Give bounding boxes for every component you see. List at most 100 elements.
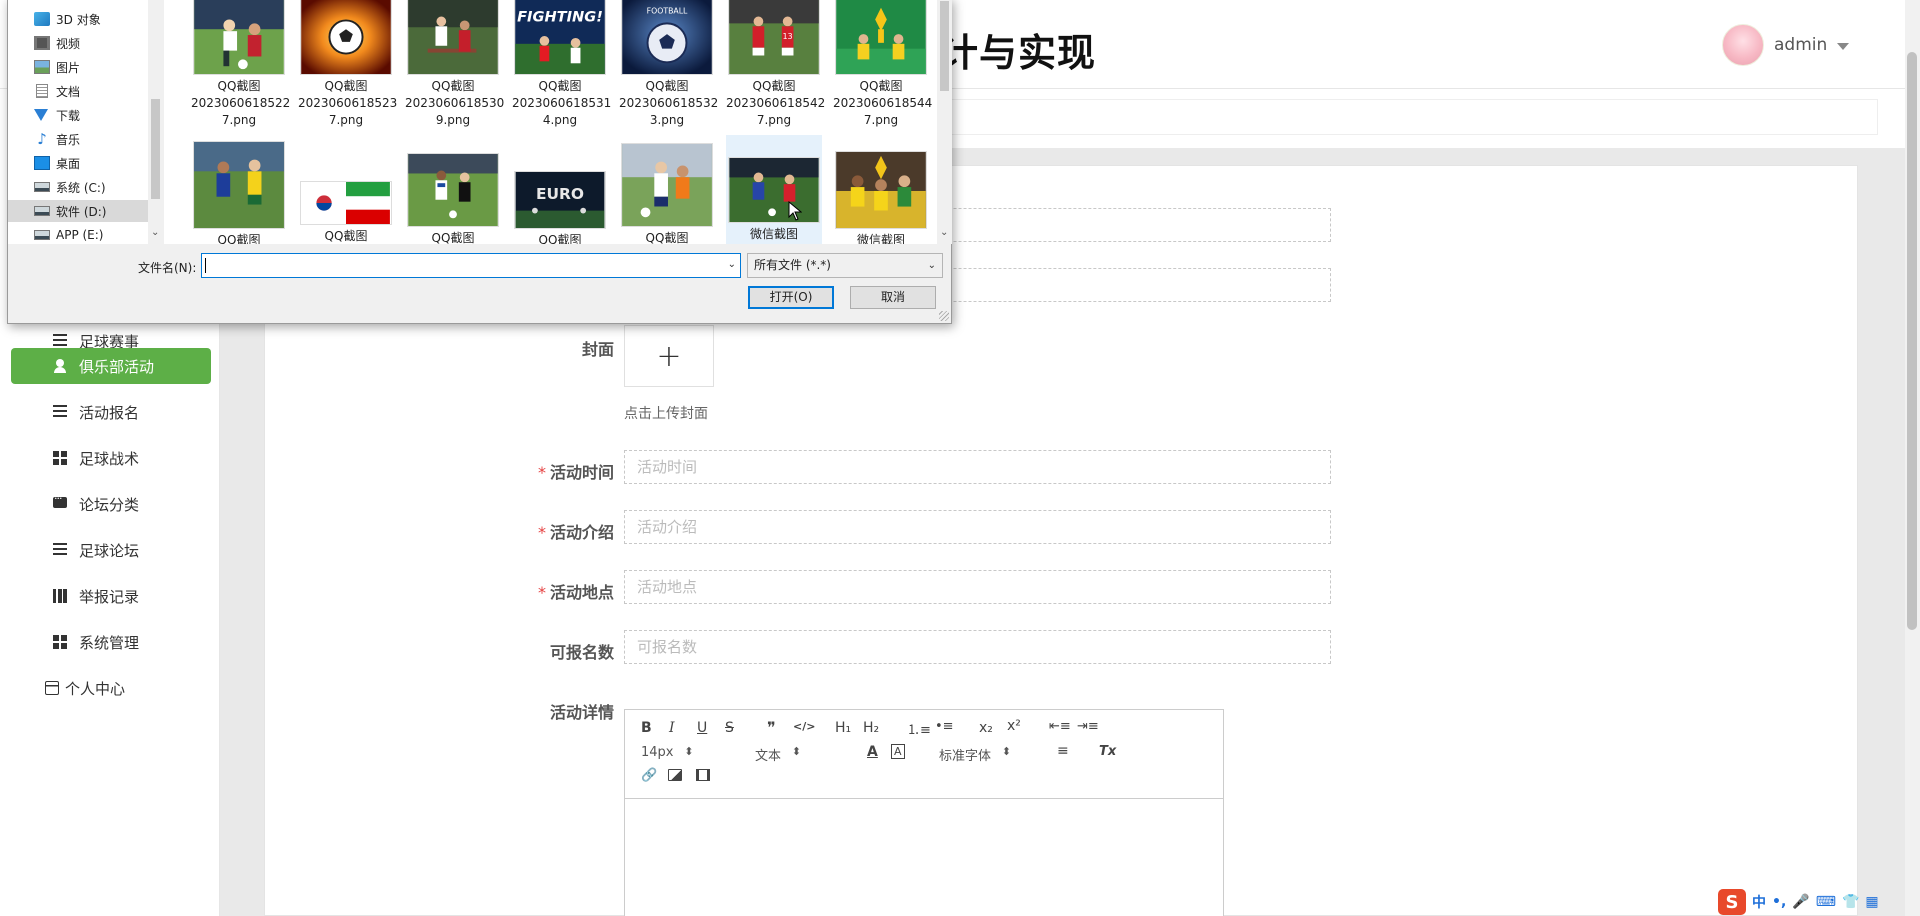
avatar[interactable]	[1722, 24, 1764, 66]
nav-item-label: 音乐	[56, 132, 81, 147]
background-color-button[interactable]: A	[891, 744, 905, 759]
open-button[interactable]: 打开(O)	[748, 286, 834, 309]
sidebar-item-user-center[interactable]: 个人中心	[11, 670, 211, 706]
nav-item-drive-e[interactable]: APP (E:)	[34, 224, 103, 246]
nav-item-3d-objects[interactable]: 3D 对象	[34, 8, 101, 30]
nav-scrollbar-thumb[interactable]	[151, 99, 160, 199]
font-size-select[interactable]: 14px	[641, 745, 693, 760]
code-button[interactable]: </>	[793, 720, 815, 733]
sidebar-item-label: 俱乐部活动	[79, 357, 155, 376]
file-item[interactable]: QQ截图 2023060618523 7.png	[298, 0, 397, 129]
filename-input[interactable]: ⌄	[201, 253, 741, 278]
nav-scrollbar[interactable]: ⌄	[148, 0, 163, 244]
chevron-down-icon[interactable]: ⌄	[151, 227, 159, 238]
page-scrollbar-thumb[interactable]	[1907, 52, 1917, 630]
nav-item-label: 视频	[56, 36, 81, 51]
nav-item-documents[interactable]: 文档	[34, 80, 80, 102]
resize-grip-icon[interactable]	[939, 311, 949, 321]
strike-button[interactable]: S	[725, 720, 734, 736]
file-item-selected[interactable]: 微信截图	[726, 135, 822, 244]
nav-item-downloads[interactable]: 下载	[34, 104, 80, 126]
font-color-button[interactable]: A	[867, 744, 878, 760]
superscript-button[interactable]: x²	[1007, 718, 1021, 734]
file-item[interactable]: QQ截图	[298, 141, 394, 244]
video-icon[interactable]	[696, 769, 710, 781]
outdent-button[interactable]: ⇤≡	[1049, 719, 1071, 734]
page-scrollbar[interactable]	[1905, 0, 1920, 916]
intro-input[interactable]: 活动介绍	[624, 510, 1331, 544]
microphone-icon[interactable]: 🎤	[1792, 894, 1809, 910]
file-item[interactable]: FIGHTING! QQ截图 2023060618531 4.png	[512, 0, 612, 129]
file-item[interactable]: QQ截图	[405, 141, 501, 244]
image-icon[interactable]	[668, 769, 682, 781]
sidebar-item-forum-category[interactable]: 论坛分类	[11, 486, 211, 522]
caret-down-icon[interactable]	[1837, 42, 1850, 50]
count-input[interactable]: 可报名数	[624, 630, 1331, 664]
sidebar-item-system[interactable]: 系统管理	[11, 624, 211, 660]
file-item[interactable]: 微信截图	[833, 141, 929, 244]
user-name[interactable]: admin	[1774, 35, 1827, 55]
sidebar-item-tactics[interactable]: 足球战术	[11, 440, 211, 476]
punctuation-toggle[interactable]: •,	[1772, 894, 1786, 910]
bold-button[interactable]: B	[641, 720, 652, 736]
subscript-button[interactable]: x₂	[979, 720, 993, 736]
chevron-down-icon[interactable]: ⌄	[728, 259, 736, 270]
place-input[interactable]: 活动地点	[624, 570, 1331, 604]
align-button[interactable]: ≡	[1057, 743, 1069, 759]
file-type-select[interactable]: 所有文件 (*.*) ⌄	[747, 253, 943, 278]
clear-format-button[interactable]: Tx	[1099, 744, 1116, 759]
drive-icon	[34, 230, 50, 240]
required-mark: *	[537, 523, 546, 542]
cancel-button[interactable]: 取消	[850, 286, 936, 309]
file-item[interactable]: 13 QQ截图 2023060618542 7.png	[726, 0, 825, 129]
blockquote-button[interactable]: ❞	[767, 718, 776, 737]
underline-button[interactable]: U	[697, 720, 707, 736]
toolbox-icon[interactable]: ▦	[1865, 894, 1878, 910]
sidebar-item-club-activity[interactable]: 俱乐部活动	[11, 348, 211, 384]
skin-icon[interactable]: 👕	[1842, 894, 1859, 910]
font-family-select[interactable]: 标准字体	[939, 745, 1011, 764]
ime-mode-toggle[interactable]: 中	[1752, 892, 1766, 912]
sidebar-item-forum[interactable]: 足球论坛	[11, 532, 211, 568]
user-menu[interactable]: admin	[1722, 24, 1850, 66]
file-item[interactable]: QQ截图	[619, 141, 715, 244]
ime-tray: S 中 •, 🎤 ⌨ 👕 ▦	[1716, 888, 1920, 916]
h1-button[interactable]: H₁	[835, 720, 851, 736]
link-icon[interactable]: 🔗	[641, 768, 657, 783]
file-item[interactable]: EURO QQ截图	[512, 141, 608, 244]
files-scrollbar[interactable]: ⌄	[937, 0, 952, 244]
sogou-icon[interactable]: S	[1718, 889, 1746, 915]
nav-item-music[interactable]: ♪ 音乐	[34, 128, 80, 150]
file-name-line: 3.png	[649, 113, 685, 127]
nav-item-drive-c[interactable]: 系统 (C:)	[34, 176, 106, 198]
files-scrollbar-thumb[interactable]	[940, 1, 949, 91]
chevron-down-icon[interactable]: ⌄	[940, 227, 948, 238]
file-name-line: QQ截图	[324, 79, 368, 93]
file-item[interactable]: QQ截图	[191, 141, 287, 244]
sidebar-item-label: 足球论坛	[79, 541, 140, 560]
file-item[interactable]: QQ截图 2023060618530 9.png	[405, 0, 504, 129]
cover-upload-button[interactable]: +	[624, 325, 714, 387]
ordered-list-button[interactable]: ⒈≡	[907, 719, 931, 738]
heading-select[interactable]: 文本	[755, 745, 801, 764]
rich-text-editor[interactable]: B I U S ❞ </> H₁ H₂ ⒈≡ •≡ x₂ x² ⇤≡ ⇥≡ 14…	[624, 709, 1224, 916]
h2-button[interactable]: H₂	[863, 720, 879, 736]
time-input[interactable]: 活动时间	[624, 450, 1331, 484]
nav-item-videos[interactable]: 视频	[34, 32, 80, 54]
file-item[interactable]: QQ截图 2023060618522 7.png	[191, 0, 290, 129]
bullet-list-button[interactable]: •≡	[935, 719, 954, 734]
nav-item-pictures[interactable]: 图片	[34, 56, 80, 78]
indent-button[interactable]: ⇥≡	[1077, 719, 1099, 734]
file-item[interactable]: FOOTBALL QQ截图 2023060618532 3.png	[619, 0, 718, 129]
sidebar-item-activity-signup[interactable]: 活动报名	[11, 394, 211, 430]
nav-item-drive-d[interactable]: 软件 (D:)	[8, 200, 148, 222]
sidebar-item-reports[interactable]: 举报记录	[11, 578, 211, 614]
italic-button[interactable]: I	[669, 720, 675, 736]
thumbnail-image	[193, 141, 285, 229]
thumbnail-image	[621, 143, 713, 227]
nav-item-desktop[interactable]: 桌面	[34, 152, 80, 174]
file-name-line: 2023060618531	[512, 96, 612, 110]
keyboard-icon[interactable]: ⌨	[1816, 894, 1836, 910]
file-item[interactable]: QQ截图 2023060618544 7.png	[833, 0, 932, 129]
edit-icon	[53, 334, 67, 347]
